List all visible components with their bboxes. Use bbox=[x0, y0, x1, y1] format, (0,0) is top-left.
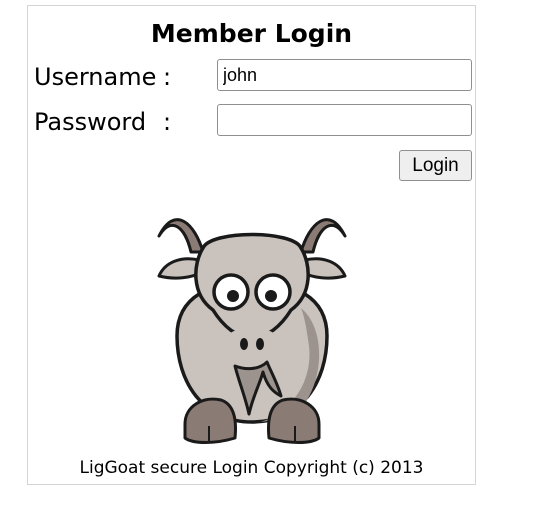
password-input[interactable] bbox=[217, 104, 472, 136]
username-label: Username bbox=[34, 63, 157, 91]
login-button[interactable]: Login bbox=[399, 150, 472, 181]
username-colon: : bbox=[163, 63, 172, 91]
username-input[interactable] bbox=[217, 59, 472, 91]
password-colon: : bbox=[163, 108, 172, 136]
login-title: Member Login bbox=[150, 19, 353, 48]
goat-mascot-icon bbox=[157, 218, 347, 444]
copyright-footer: LigGoat secure Login Copyright (c) 2013 bbox=[79, 458, 424, 478]
password-label: Password bbox=[34, 108, 147, 136]
login-panel: Member Login Username : Password : Login bbox=[27, 5, 476, 485]
